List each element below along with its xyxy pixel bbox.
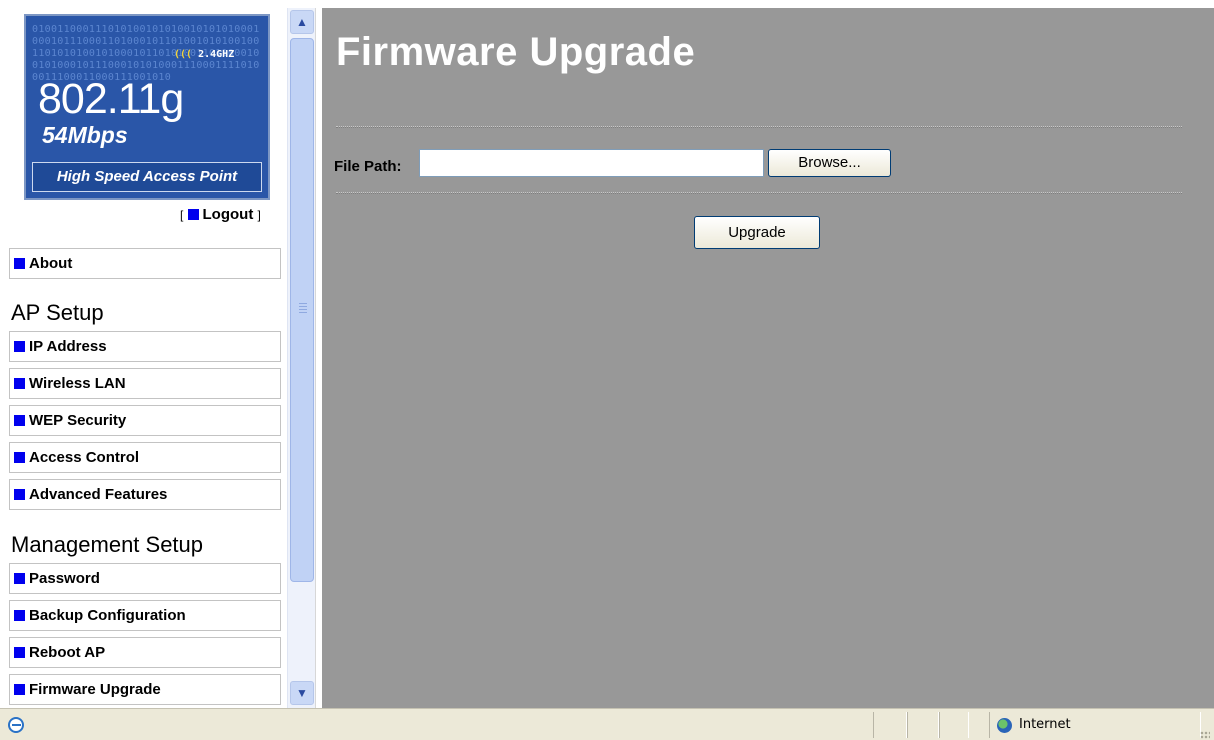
nav-item-about[interactable]: About — [9, 248, 281, 279]
nav-item-wireless-lan[interactable]: Wireless LAN — [9, 368, 281, 399]
nav-item-reboot-ap[interactable]: Reboot AP — [9, 637, 281, 668]
logo-tagline: High Speed Access Point — [32, 162, 262, 192]
logo-rate: 54Mbps — [42, 122, 128, 148]
nav-frame-scrollbar[interactable]: ▲ ▼ — [287, 8, 315, 708]
bullet-square-icon — [187, 209, 199, 220]
nav-item-label: Firmware Upgrade — [29, 681, 161, 698]
nav-item-label: About — [29, 255, 73, 272]
bullet-square-icon — [14, 610, 25, 621]
nav-item-label: Password — [29, 570, 100, 587]
upgrade-button[interactable]: Upgrade — [694, 216, 820, 249]
security-zone-label: Internet — [1019, 717, 1071, 732]
divider-bottom — [336, 192, 1182, 194]
nav-item-label: Backup Configuration — [29, 607, 186, 624]
page-title: Firmware Upgrade — [336, 30, 696, 74]
logo-standard: 802.11g — [38, 75, 184, 123]
logout-link[interactable]: [ Logout ] — [180, 206, 261, 223]
logo-frequency-text: 2.4GHZ — [198, 49, 235, 60]
frame-divider[interactable] — [315, 8, 322, 708]
logout-bracket-close: ] — [257, 208, 261, 222]
scroll-down-icon[interactable]: ▼ — [290, 681, 314, 705]
ie-page-icon — [8, 717, 24, 733]
nav-item-label: Advanced Features — [29, 486, 168, 503]
nav-item-label: IP Address — [29, 338, 107, 355]
nav-item-advanced-features[interactable]: Advanced Features — [9, 479, 281, 510]
status-panel — [907, 712, 939, 738]
file-path-label: File Path: — [334, 158, 402, 175]
bullet-square-icon — [14, 647, 25, 658]
nav-item-wep-security[interactable]: WEP Security — [9, 405, 281, 436]
window-top-edge — [0, 0, 1214, 8]
divider-top — [336, 126, 1182, 128]
nav-item-password[interactable]: Password — [9, 563, 281, 594]
navigation-frame: 0100110001110101001010100101010100010001… — [0, 8, 315, 708]
wireless-waves-icon: ((( — [174, 49, 193, 60]
logout-label: Logout — [202, 206, 254, 223]
nav-item-label: Access Control — [29, 449, 140, 466]
nav-item-label: WEP Security — [29, 412, 127, 429]
nav-item-label: Reboot AP — [29, 644, 106, 661]
nav-item-ip-address[interactable]: IP Address — [9, 331, 281, 362]
status-panel — [939, 712, 969, 738]
bullet-square-icon — [14, 258, 25, 269]
product-logo: 0100110001110101001010100101010100010001… — [24, 14, 270, 200]
bullet-square-icon — [14, 489, 25, 500]
bullet-square-icon — [14, 452, 25, 463]
resize-grip-icon[interactable] — [1200, 731, 1210, 739]
browser-status-bar: Internet — [0, 708, 1214, 740]
bullet-square-icon — [14, 573, 25, 584]
section-title-management-setup: Management Setup — [11, 532, 204, 557]
logo-frequency: ((( 2.4GHZ — [174, 49, 234, 60]
internet-zone-globe-icon — [997, 718, 1012, 733]
bullet-square-icon — [14, 415, 25, 426]
logout-bracket-open: [ — [180, 208, 184, 222]
status-panel — [873, 712, 907, 738]
scrollbar-grip — [299, 303, 307, 313]
scrollbar-thumb[interactable] — [290, 38, 314, 582]
file-path-input[interactable] — [419, 149, 764, 177]
section-title-ap-setup: AP Setup — [11, 300, 104, 325]
bullet-square-icon — [14, 341, 25, 352]
scroll-up-icon[interactable]: ▲ — [290, 10, 314, 34]
content-frame: Firmware Upgrade File Path: Browse... Up… — [322, 8, 1214, 708]
nav-item-backup-configuration[interactable]: Backup Configuration — [9, 600, 281, 631]
nav-item-firmware-upgrade[interactable]: Firmware Upgrade — [9, 674, 281, 705]
nav-item-access-control[interactable]: Access Control — [9, 442, 281, 473]
nav-item-label: Wireless LAN — [29, 375, 126, 392]
bullet-square-icon — [14, 684, 25, 695]
browse-button[interactable]: Browse... — [768, 149, 891, 177]
bullet-square-icon — [14, 378, 25, 389]
